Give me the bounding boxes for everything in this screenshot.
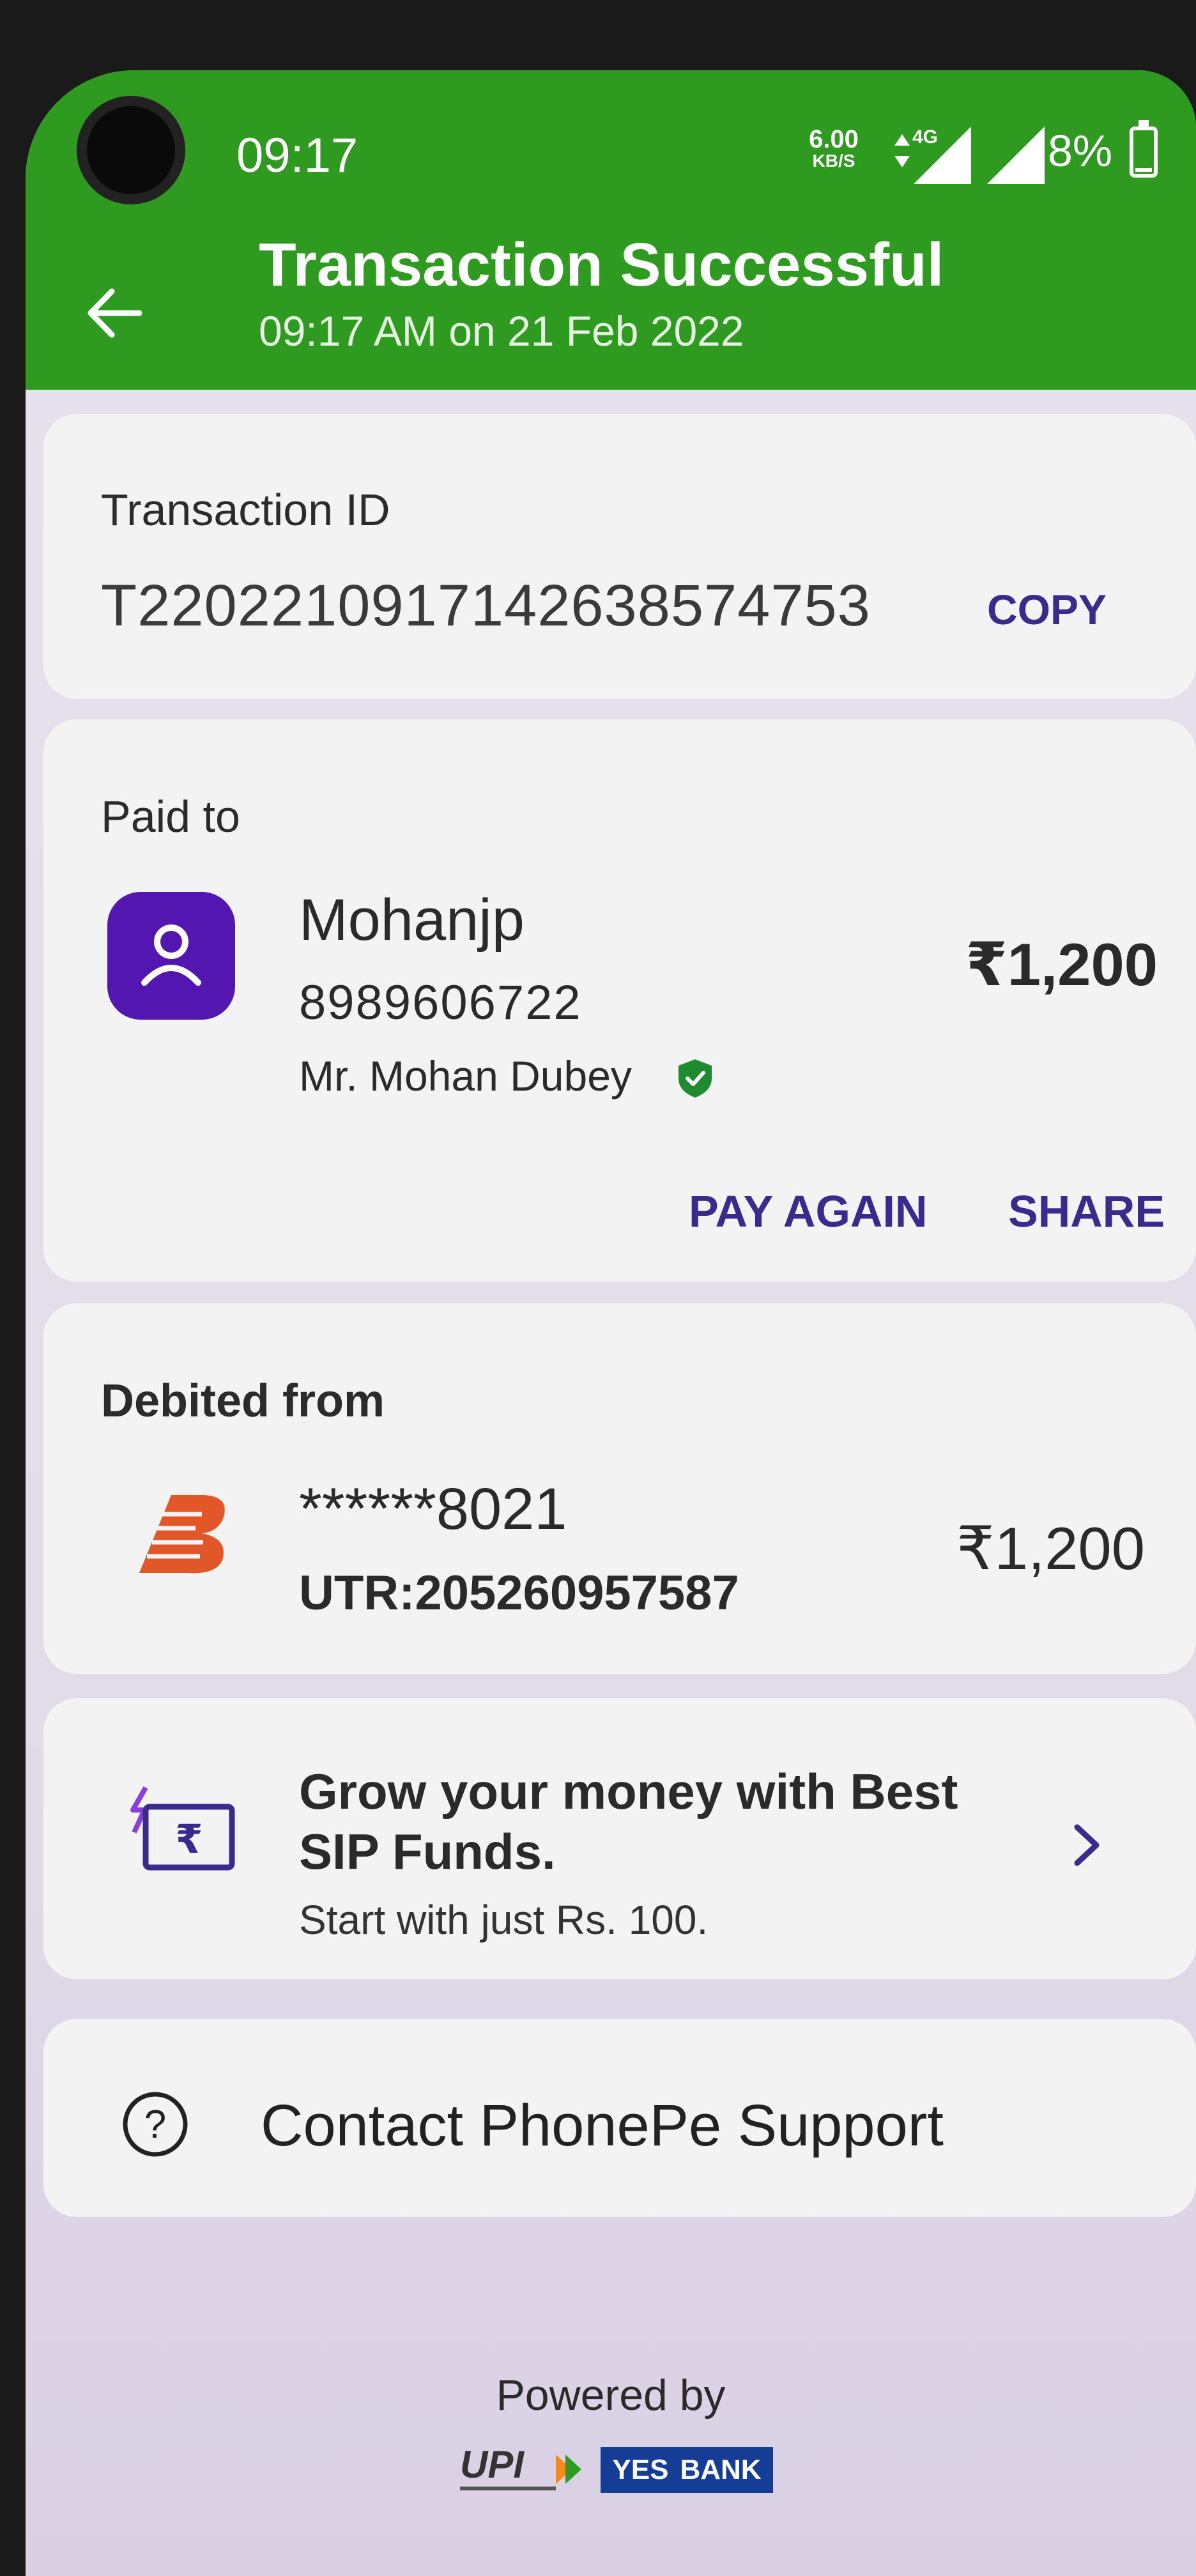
- status-time: 09:17: [236, 128, 358, 183]
- bank-of-baroda-logo-icon: [139, 1495, 225, 1574]
- partner-logos: UPI YES BANK: [460, 2441, 792, 2498]
- paid-to-card: Paid to Mohanjp 8989606722 Mr. Mohan Dub…: [43, 719, 1196, 1282]
- yes-bank-logo-part1: YES: [612, 2454, 669, 2485]
- chevron-right-icon[interactable]: [1068, 1820, 1107, 1871]
- svg-text:₹: ₹: [175, 1816, 203, 1862]
- net-speed-indicator: 6.00 KB/S: [799, 126, 869, 170]
- header-bar: 09:17 6.00 KB/S 4G 8% Transaction Succes…: [26, 70, 1196, 390]
- upi-logo-text: UPI: [460, 2443, 525, 2486]
- utr-number: UTR:205260957587: [299, 1566, 739, 1620]
- transaction-id-value: T2202210917142638574753: [101, 573, 871, 638]
- contact-support-label: Contact PhonePe Support: [261, 2093, 944, 2158]
- promo-subtext: Start with just Rs. 100.: [299, 1897, 709, 1943]
- upi-logo-icon: UPI: [460, 2443, 581, 2490]
- status-bar: 09:17 6.00 KB/S 4G 8%: [26, 70, 1196, 204]
- battery-icon: [1130, 120, 1158, 178]
- signal-icon: 4G: [894, 126, 1045, 184]
- payee-full-name: Mr. Mohan Dubey: [299, 1052, 632, 1100]
- rupee-wallet-icon: ₹: [130, 1786, 235, 1871]
- net-speed-value: 6.00: [809, 125, 859, 153]
- pay-again-button[interactable]: PAY AGAIN: [689, 1186, 927, 1237]
- verified-shield-icon: [678, 1059, 712, 1098]
- paid-to-label: Paid to: [101, 792, 240, 841]
- yes-bank-logo: YES BANK: [601, 2447, 773, 2493]
- debited-amount: ₹1,200: [956, 1515, 1145, 1582]
- debited-from-label: Debited from: [101, 1376, 385, 1427]
- avatar: [107, 892, 235, 1020]
- network-type-label: 4G: [912, 126, 938, 148]
- share-button[interactable]: SHARE: [1008, 1186, 1165, 1237]
- user-icon: [141, 924, 201, 986]
- sip-promo-card[interactable]: ₹ Grow your money with Best SIP Funds. S…: [43, 1698, 1196, 1979]
- battery-percent: 8%: [1048, 126, 1113, 176]
- back-arrow-icon[interactable]: [83, 281, 147, 345]
- svg-text:?: ?: [144, 2103, 166, 2147]
- transaction-id-label: Transaction ID: [101, 485, 390, 535]
- payee-name: Mohanjp: [299, 887, 525, 953]
- transaction-id-card: Transaction ID T2202210917142638574753 C…: [43, 414, 1196, 699]
- debited-from-card: Debited from ******8021 UTR:205260957587…: [43, 1303, 1196, 1674]
- contact-support-button[interactable]: ? Contact PhonePe Support: [43, 2019, 1196, 2217]
- powered-by-label: Powered by: [496, 2371, 726, 2419]
- help-question-icon: ?: [123, 2092, 188, 2157]
- copy-button[interactable]: COPY: [987, 585, 1107, 634]
- payee-phone: 8989606722: [299, 976, 582, 1030]
- promo-headline: Grow your money with Best SIP Funds.: [299, 1763, 958, 1880]
- transaction-timestamp: 09:17 AM on 21 Feb 2022: [259, 307, 744, 355]
- phone-screen: 09:17 6.00 KB/S 4G 8% Transaction Succes…: [26, 70, 1196, 2576]
- net-speed-unit: KB/S: [812, 151, 855, 171]
- page-title: Transaction Successful: [259, 231, 944, 299]
- paid-amount: ₹1,200: [965, 931, 1158, 998]
- yes-bank-logo-part2: BANK: [680, 2454, 762, 2485]
- account-number-masked: ******8021: [299, 1476, 567, 1542]
- camera-cutout: [77, 96, 185, 204]
